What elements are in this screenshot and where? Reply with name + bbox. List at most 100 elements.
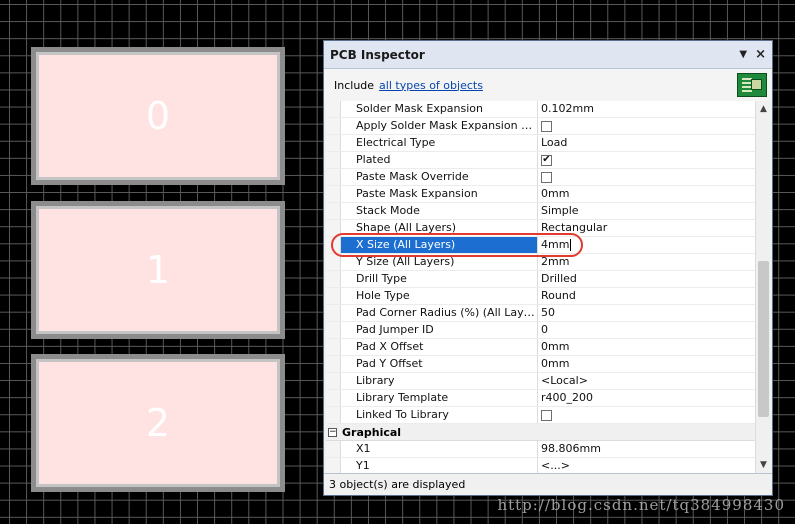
property-value-text: 50 xyxy=(541,306,555,319)
property-value-text: 0mm xyxy=(541,340,570,353)
property-row[interactable]: Stack Mode Simple xyxy=(326,203,756,220)
property-value[interactable]: <...> xyxy=(537,458,756,473)
property-value[interactable]: Simple xyxy=(537,203,756,219)
include-bar: Include all types of objects xyxy=(324,69,772,101)
property-value-text: Load xyxy=(541,136,568,149)
inspector-title: PCB Inspector xyxy=(330,47,425,62)
property-row[interactable]: Plated ✔ xyxy=(326,152,756,169)
row-gutter xyxy=(326,118,341,134)
property-value[interactable] xyxy=(537,169,756,185)
pcb-board-icon[interactable] xyxy=(737,73,767,97)
row-gutter xyxy=(326,169,341,185)
property-value[interactable]: 4mm xyxy=(537,237,756,253)
property-row[interactable]: Apply Solder Mask Expansion Fr... xyxy=(326,118,756,135)
property-row[interactable]: Paste Mask Expansion 0mm xyxy=(326,186,756,203)
property-name: Shape (All Layers) xyxy=(356,221,457,234)
property-row[interactable]: Hole Type Round xyxy=(326,288,756,305)
collapse-icon[interactable]: − xyxy=(328,427,337,437)
row-gutter xyxy=(326,339,341,355)
property-value[interactable] xyxy=(537,407,756,423)
property-name: X Size (All Layers) xyxy=(341,237,537,253)
property-value[interactable]: Rectangular xyxy=(537,220,756,236)
pad-2[interactable]: 2 xyxy=(31,354,285,492)
property-row[interactable]: Y Size (All Layers) 2mm xyxy=(326,254,756,271)
row-gutter xyxy=(326,203,341,219)
property-row[interactable]: Drill Type Drilled xyxy=(326,271,756,288)
property-name: Solder Mask Expansion xyxy=(356,102,484,115)
property-value-text: <Local> xyxy=(541,374,588,387)
property-name: Pad Corner Radius (%) (All Layers) xyxy=(356,306,537,319)
property-grid: Solder Mask Expansion 0.102mm Apply Solder… xyxy=(326,101,756,473)
pad-1[interactable]: 1 xyxy=(31,201,285,339)
property-row[interactable]: Y1 <...> xyxy=(326,458,756,473)
pad-label: 0 xyxy=(145,94,171,138)
property-value[interactable]: Drilled xyxy=(537,271,756,287)
property-row[interactable]: Solder Mask Expansion 0.102mm xyxy=(326,101,756,118)
property-value[interactable]: 0 xyxy=(537,322,756,338)
scroll-up-icon[interactable]: ▲ xyxy=(756,101,771,117)
property-name: Drill Type xyxy=(356,272,407,285)
property-value[interactable] xyxy=(537,118,756,134)
property-value[interactable]: 0mm xyxy=(537,356,756,372)
include-label: Include xyxy=(334,78,375,92)
property-name: Library xyxy=(356,374,395,387)
property-row[interactable]: Library <Local> xyxy=(326,373,756,390)
checkbox-unchecked[interactable] xyxy=(541,120,552,132)
property-value[interactable]: <Local> xyxy=(537,373,756,389)
property-value[interactable]: 50 xyxy=(537,305,756,321)
checkbox-unchecked[interactable] xyxy=(541,409,552,421)
row-gutter xyxy=(326,288,341,304)
scroll-down-icon[interactable]: ▼ xyxy=(756,457,771,473)
property-value-text: 0mm xyxy=(541,357,570,370)
dropdown-arrow-icon[interactable]: ▼ xyxy=(739,49,747,60)
pad-label: 2 xyxy=(145,401,171,445)
property-row[interactable]: Electrical Type Load xyxy=(326,135,756,152)
property-name: Y1 xyxy=(356,459,370,472)
property-row[interactable]: Pad Jumper ID 0 xyxy=(326,322,756,339)
property-value[interactable]: ✔ xyxy=(537,152,756,168)
row-gutter xyxy=(326,101,341,117)
property-value[interactable]: 98.806mm xyxy=(537,441,756,457)
property-value[interactable]: Round xyxy=(537,288,756,304)
pad-0[interactable]: 0 xyxy=(31,47,285,185)
property-row[interactable]: Shape (All Layers) Rectangular xyxy=(326,220,756,237)
section-header-graphical[interactable]: − Graphical xyxy=(326,424,756,441)
property-row[interactable]: Pad X Offset 0mm xyxy=(326,339,756,356)
property-value-text: Simple xyxy=(541,204,579,217)
row-gutter xyxy=(326,390,341,406)
property-name: Plated xyxy=(356,153,391,166)
property-row[interactable]: Paste Mask Override xyxy=(326,169,756,186)
checkbox-unchecked[interactable] xyxy=(541,171,552,183)
row-gutter xyxy=(326,322,341,338)
property-row[interactable]: X Size (All Layers) 4mm xyxy=(326,237,756,254)
row-gutter xyxy=(326,441,341,457)
property-value[interactable]: r400_200 xyxy=(537,390,756,406)
property-value[interactable]: 2mm xyxy=(537,254,756,270)
property-value[interactable]: 0.102mm xyxy=(537,101,756,117)
property-value[interactable]: Load xyxy=(537,135,756,151)
property-value-text: 0mm xyxy=(541,187,570,200)
checkbox-checked[interactable]: ✔ xyxy=(541,154,552,166)
close-icon[interactable]: × xyxy=(755,47,766,62)
text-caret xyxy=(570,239,572,251)
status-text: 3 object(s) are displayed xyxy=(329,478,466,491)
pad-body: 0 xyxy=(36,52,280,180)
pcb-inspector-panel: PCB Inspector ▼ × Include all types of o… xyxy=(323,40,773,496)
property-value[interactable]: 0mm xyxy=(537,339,756,355)
scrollbar-thumb[interactable] xyxy=(758,261,769,417)
property-value-text: 0 xyxy=(541,323,548,336)
pad-body: 2 xyxy=(36,359,280,487)
property-row[interactable]: Linked To Library xyxy=(326,407,756,424)
property-name: Electrical Type xyxy=(356,136,436,149)
property-row[interactable]: Pad Y Offset 0mm xyxy=(326,356,756,373)
property-grid-scrollbar[interactable]: ▲ ▼ xyxy=(755,101,771,473)
include-filter-link[interactable]: all types of objects xyxy=(379,79,483,92)
property-row[interactable]: Pad Corner Radius (%) (All Layers) 50 xyxy=(326,305,756,322)
property-value[interactable]: 0mm xyxy=(537,186,756,202)
property-row[interactable]: X1 98.806mm xyxy=(326,441,756,458)
property-value-text: Rectangular xyxy=(541,221,608,234)
property-row[interactable]: Library Template r400_200 xyxy=(326,390,756,407)
row-gutter xyxy=(326,186,341,202)
watermark: http://blog.csdn.net/tq384998430 xyxy=(497,496,785,514)
status-bar: 3 object(s) are displayed xyxy=(324,473,772,495)
